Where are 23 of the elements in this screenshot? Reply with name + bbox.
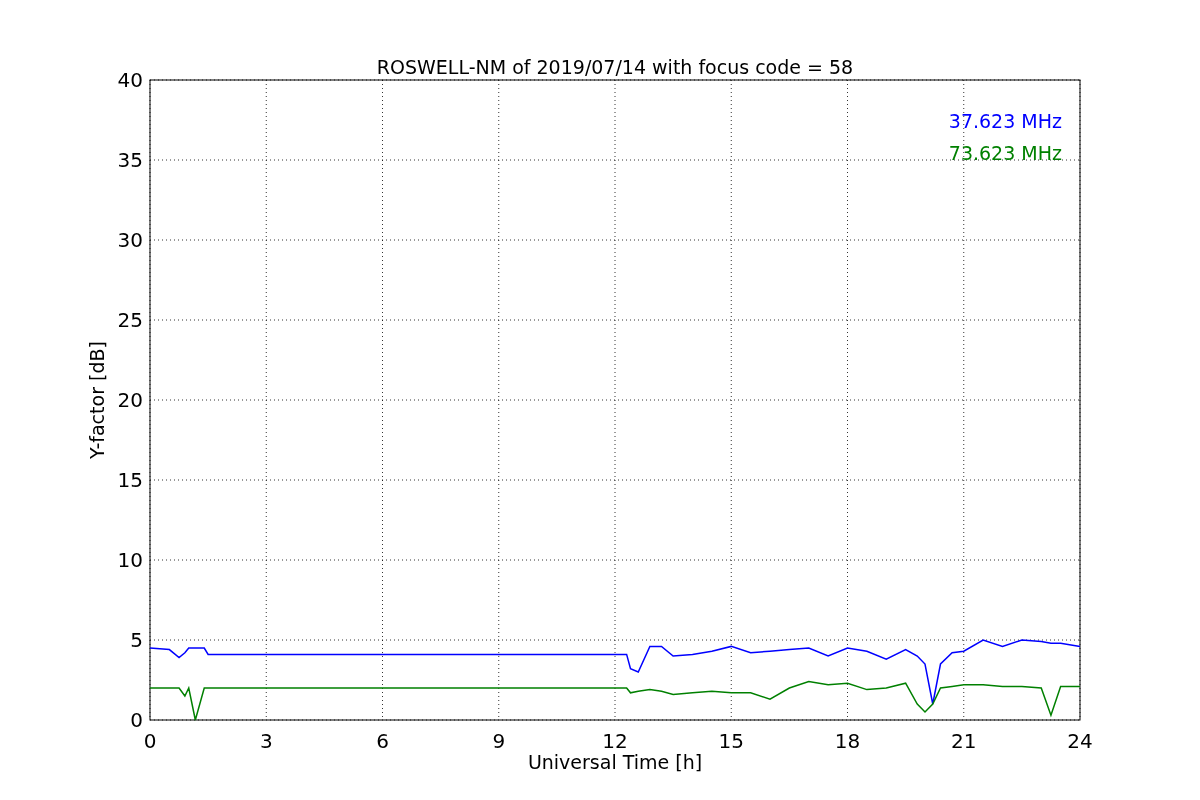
y-tick-label: 5 xyxy=(130,628,143,652)
y-tick-label: 25 xyxy=(117,308,143,332)
x-tick-label: 18 xyxy=(834,729,861,753)
x-tick-label: 15 xyxy=(718,729,744,753)
x-tick-label: 24 xyxy=(1067,729,1093,753)
y-axis-label: Y-factor [dB] xyxy=(86,341,108,459)
x-tick-label: 0 xyxy=(143,729,157,753)
y-tick-label: 15 xyxy=(117,468,143,492)
y-tick-label: 10 xyxy=(117,548,143,572)
x-tick-label: 6 xyxy=(376,729,389,753)
y-tick-label: 35 xyxy=(117,148,143,172)
x-tick-label: 21 xyxy=(951,729,977,753)
x-tick-label: 9 xyxy=(492,729,506,753)
x-tick-label: 3 xyxy=(259,729,273,753)
y-tick-label: 0 xyxy=(130,708,143,732)
x-tick-label: 12 xyxy=(602,729,628,753)
x-axis-label: Universal Time [h] xyxy=(527,751,703,773)
y-tick-label: 20 xyxy=(117,388,143,412)
legend-label: 37.623 MHz xyxy=(948,110,1062,132)
legend-label: 73.623 MHz xyxy=(948,142,1062,164)
y-tick-label: 40 xyxy=(117,68,143,92)
chart-title: ROSWELL-NM of 2019/07/14 with focus code = 58 xyxy=(376,56,854,78)
y-tick-label: 30 xyxy=(117,228,143,252)
